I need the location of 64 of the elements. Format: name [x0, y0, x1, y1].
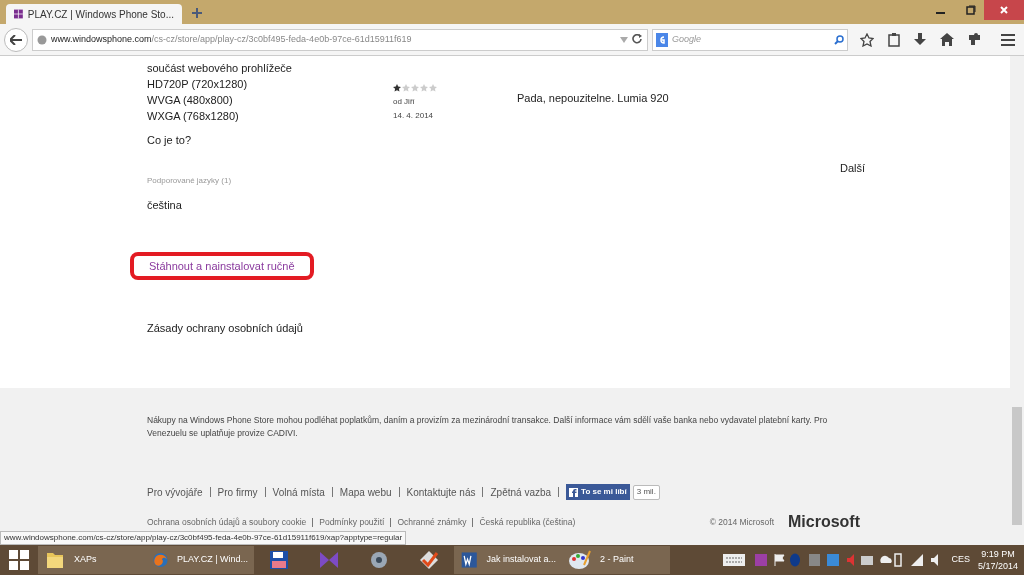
home-icon[interactable] — [940, 33, 954, 46]
languages-label: Podporované jazyky (1) — [147, 175, 233, 187]
windows-logo-icon — [14, 8, 23, 20]
globe-icon — [37, 34, 47, 45]
microsoft-logo: Microsoft — [788, 512, 860, 532]
like-button[interactable]: To se mi líbí — [566, 484, 630, 500]
purchase-notice: Nákupy na Windows Phone Store mohou podléhat poplatkům, daním a provizím za mezinárodní transakce. Další informace vám sdělí vaše banka nebo vydavatel platební karty. Pro Venezuelu se uplatňuje provize CADIVI. — [147, 414, 829, 440]
like-count: 3 mil. — [632, 484, 660, 500]
close-icon — [1000, 6, 1008, 14]
review-text: Pada, nepouzitelne. Lumia 920 — [517, 91, 670, 106]
download-icon[interactable] — [914, 32, 926, 47]
scrollbar-thumb[interactable] — [1012, 407, 1022, 525]
google-icon — [656, 32, 668, 47]
what-is-it-link[interactable]: Co je to? — [147, 132, 393, 148]
taskbar-button[interactable]: XAPs — [38, 546, 146, 574]
input-language[interactable]: CES — [951, 553, 970, 567]
next-link[interactable]: Další — [840, 160, 866, 177]
copyright-text: © 2014 Microsoft — [709, 515, 774, 529]
taskbar-button[interactable]: PLAY.CZ | Wind... — [146, 546, 254, 574]
language-text: čeština — [147, 198, 183, 213]
keyboard-icon[interactable] — [723, 554, 746, 566]
menu-icon[interactable] — [1001, 33, 1015, 46]
footer-link[interactable]: Pro vývojáře — [147, 484, 203, 500]
new-tab-icon[interactable] — [192, 8, 202, 18]
star-icon[interactable] — [860, 32, 874, 47]
close-button[interactable] — [984, 0, 1024, 20]
footer-link[interactable]: Kontaktujte nás — [406, 484, 476, 500]
windows-start-icon[interactable] — [8, 549, 30, 571]
legal-link[interactable]: Česká republika (čeština) — [479, 515, 576, 529]
review-date: 14. 4. 2014 — [393, 110, 435, 122]
clock[interactable]: 9:19 PM 5/17/2014 — [977, 548, 1018, 572]
footer-link[interactable]: Pro firmy — [217, 484, 258, 500]
checkmark-icon — [418, 549, 440, 571]
download-link[interactable]: Stáhnout a nainstalovat ručně — [130, 251, 314, 280]
spec-text: WVGA (480x800) — [147, 93, 234, 108]
legal-link[interactable]: Ochrana osobních údajů a soubory cookie — [147, 515, 307, 529]
footer-link[interactable]: Mapa webu — [339, 484, 392, 500]
document-icon — [460, 549, 479, 571]
review-author: od Jiří — [393, 96, 416, 108]
privacy-link[interactable]: Zásady ochrany osobních údajů — [147, 320, 393, 337]
bowtie-icon — [318, 549, 340, 571]
search-icon[interactable] — [834, 34, 844, 45]
palette-icon — [568, 549, 592, 571]
legal-link[interactable]: Ochranné známky — [397, 515, 467, 529]
restore-icon[interactable] — [966, 5, 976, 15]
taskbar-button[interactable]: 2 - Paint — [562, 546, 670, 574]
back-button[interactable] — [4, 27, 28, 52]
back-arrow-icon — [10, 34, 22, 45]
puzzle-icon[interactable] — [968, 33, 981, 46]
legal-link[interactable]: Podmínky použití — [319, 515, 385, 529]
status-url: www.windowsphone.com/cs-cz/store/app/play-cz/3c0bf495-feda-4e0b-97ce-61d15911f619/xap?apptype=regular — [0, 531, 407, 545]
spec-text: HD720P (720x1280) — [147, 77, 249, 92]
footer-link[interactable]: Zpětná vazba — [490, 484, 552, 500]
spec-text: součást webového prohlížeče — [147, 61, 293, 76]
spec-text: WXGA (768x1280) — [147, 109, 240, 124]
taskbar-button[interactable]: Jak instalovat a... — [454, 546, 562, 574]
clipboard-icon[interactable] — [888, 32, 900, 47]
footer-link[interactable]: Volná místa — [272, 484, 325, 500]
facebook-icon — [569, 487, 579, 497]
signal-icon — [911, 554, 924, 566]
address-bar[interactable]: www.windowsphone.com/cs-cz/store/app/play-cz/3c0bf495-feda-4e0b-97ce-61d15911f619 — [32, 28, 648, 51]
reload-icon[interactable] — [632, 34, 643, 45]
browser-tab[interactable]: PLAY.CZ | Windows Phone Sto... — [6, 4, 182, 24]
url-text: www.windowsphone.com/cs-cz/store/app/play-cz/3c0bf495-feda-4e0b-97ce-61d15911f619 — [51, 32, 412, 46]
